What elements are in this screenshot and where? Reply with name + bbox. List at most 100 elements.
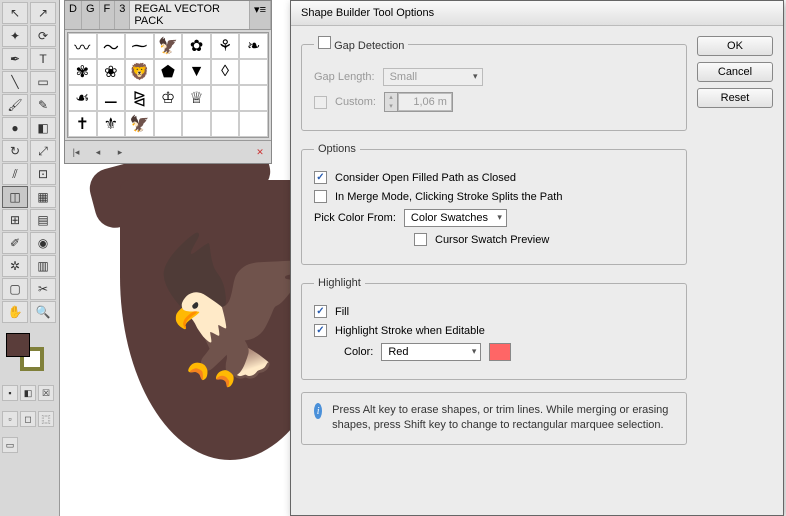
next-icon[interactable]: ▸ [113, 145, 127, 159]
panel-tabs: D G F 3 REGAL VECTOR PACK ▾≡ [65, 1, 271, 30]
symbol-item[interactable]: ♕ [182, 85, 211, 111]
cancel-button[interactable]: Cancel [697, 62, 773, 82]
gap-detection-group: Gap Detection Gap Length: Small Custom: … [301, 36, 687, 131]
custom-value-stepper: ▴▾ 1,06 m [384, 92, 453, 112]
symbol-item[interactable] [154, 111, 183, 137]
custom-label: Custom: [335, 96, 376, 108]
pen-tool[interactable]: ✒ [2, 48, 28, 70]
symbol-item[interactable]: ❧ [239, 33, 268, 59]
merge-mode-label: In Merge Mode, Clicking Stroke Splits th… [335, 191, 562, 203]
tab-d[interactable]: D [65, 1, 82, 29]
hand-tool[interactable]: ✋ [2, 301, 28, 323]
symbol-item[interactable] [211, 111, 240, 137]
symbol-item[interactable]: ✝ [68, 111, 97, 137]
symbol-item[interactable] [239, 111, 268, 137]
width-tool[interactable]: ⫽ [2, 163, 28, 185]
gap-length-label: Gap Length: [314, 71, 375, 83]
mesh-tool[interactable]: ⊞ [2, 209, 28, 231]
tab-f[interactable]: F [100, 1, 116, 29]
symbol-item[interactable]: ⚜ [97, 111, 126, 137]
tab-regal-vector-pack[interactable]: REGAL VECTOR PACK [130, 1, 250, 29]
lasso-tool[interactable]: ⟳ [30, 25, 56, 47]
open-path-checkbox[interactable] [314, 171, 327, 184]
symbol-item[interactable]: ⚘ [211, 33, 240, 59]
reset-button[interactable]: Reset [697, 88, 773, 108]
highlight-stroke-checkbox[interactable] [314, 324, 327, 337]
type-tool[interactable]: T [30, 48, 56, 70]
merge-mode-checkbox[interactable] [314, 190, 327, 203]
shape-builder-tool[interactable]: ◫ [2, 186, 28, 208]
blob-brush-tool[interactable]: ● [2, 117, 28, 139]
screen-mode-icon[interactable]: ▭ [2, 437, 18, 453]
symbol-item[interactable]: 〜 [97, 33, 126, 59]
symbol-item[interactable]: ❀ [97, 59, 126, 85]
symbol-item[interactable]: ◊ [211, 59, 240, 85]
slice-tool[interactable]: ✂ [30, 278, 56, 300]
prev-icon[interactable]: ◂ [91, 145, 105, 159]
symbol-item[interactable]: ⚊ [97, 85, 126, 111]
panel-footer: |◂ ◂ ▸ ✕ [65, 140, 271, 163]
symbol-item[interactable]: ⬟ [154, 59, 183, 85]
color-mode-icon[interactable]: ▪ [2, 385, 18, 401]
pick-color-label: Pick Color From: [314, 212, 396, 224]
symbol-item[interactable]: ⧎ [125, 85, 154, 111]
symbol-item[interactable] [239, 59, 268, 85]
scale-tool[interactable]: ⤢ [30, 140, 56, 162]
symbol-item[interactable] [239, 85, 268, 111]
blend-tool[interactable]: ◉ [30, 232, 56, 254]
symbol-item[interactable]: 🦁 [125, 59, 154, 85]
symbol-item[interactable]: ✿ [182, 33, 211, 59]
info-icon: i [314, 403, 322, 419]
custom-checkbox [314, 96, 327, 109]
color-label: Color: [344, 346, 373, 358]
symbol-item[interactable]: 🦅 [125, 111, 154, 137]
zoom-tool[interactable]: 🔍 [30, 301, 56, 323]
symbol-item[interactable]: ☙ [68, 85, 97, 111]
symbol-item[interactable]: ▼ [182, 59, 211, 85]
eyedropper-tool[interactable]: ✐ [2, 232, 28, 254]
symbol-item[interactable]: 🦅 [154, 33, 183, 59]
highlight-group: Highlight Fill Highlight Stroke when Edi… [301, 277, 687, 380]
magic-wand-tool[interactable]: ✦ [2, 25, 28, 47]
symbol-item[interactable]: ⁓ [125, 33, 154, 59]
ok-button[interactable]: OK [697, 36, 773, 56]
symbol-sprayer-tool[interactable]: ✲ [2, 255, 28, 277]
draw-inside-icon[interactable]: ⿴ [38, 411, 54, 427]
color-select[interactable]: Red [381, 343, 481, 361]
symbol-item[interactable]: ✾ [68, 59, 97, 85]
none-mode-icon[interactable]: ☒ [38, 385, 54, 401]
rectangle-tool[interactable]: ▭ [30, 71, 56, 93]
pick-color-select[interactable]: Color Swatches [404, 209, 507, 227]
eraser-tool[interactable]: ◧ [30, 117, 56, 139]
direct-selection-tool[interactable]: ↗ [30, 2, 56, 24]
gradient-mode-icon[interactable]: ◧ [20, 385, 36, 401]
panel-menu-icon[interactable]: ▾≡ [250, 1, 271, 29]
cursor-preview-checkbox[interactable] [414, 233, 427, 246]
line-tool[interactable]: ╲ [2, 71, 28, 93]
symbol-item[interactable] [182, 111, 211, 137]
symbol-item[interactable]: 〰 [68, 33, 97, 59]
column-graph-tool[interactable]: ▥ [30, 255, 56, 277]
gap-detection-label: Gap Detection [334, 40, 404, 52]
symbol-item[interactable]: ♔ [154, 85, 183, 111]
tab-3[interactable]: 3 [115, 1, 130, 29]
gradient-tool[interactable]: ▤ [30, 209, 56, 231]
paintbrush-tool[interactable]: 🖌 [2, 94, 28, 116]
fill-label: Fill [335, 306, 349, 318]
first-icon[interactable]: |◂ [69, 145, 83, 159]
draw-behind-icon[interactable]: ◻ [20, 411, 36, 427]
selection-tool[interactable]: ↖ [2, 2, 28, 24]
draw-normal-icon[interactable]: ▫ [2, 411, 18, 427]
fill-checkbox[interactable] [314, 305, 327, 318]
pencil-tool[interactable]: ✎ [30, 94, 56, 116]
color-swatches[interactable] [0, 329, 59, 377]
symbol-item[interactable] [211, 85, 240, 111]
perspective-grid-tool[interactable]: ▦ [30, 186, 56, 208]
tab-g[interactable]: G [82, 1, 100, 29]
gap-detection-checkbox[interactable] [318, 36, 331, 49]
artboard-tool[interactable]: ▢ [2, 278, 28, 300]
free-transform-tool[interactable]: ⊡ [30, 163, 56, 185]
rotate-tool[interactable]: ↻ [2, 140, 28, 162]
delete-icon[interactable]: ✕ [253, 145, 267, 159]
fill-swatch[interactable] [6, 333, 30, 357]
